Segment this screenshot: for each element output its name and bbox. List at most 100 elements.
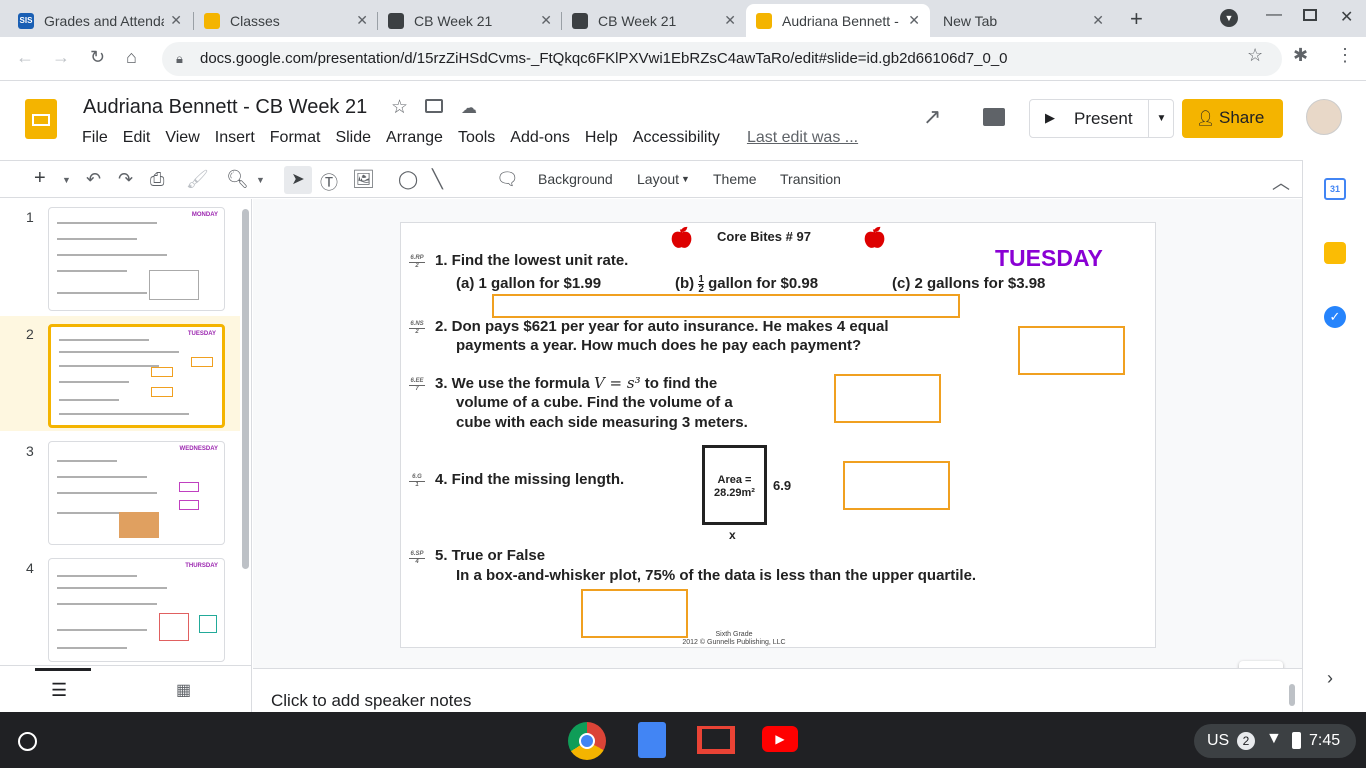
launcher-icon[interactable] bbox=[18, 732, 37, 751]
classroom-icon bbox=[204, 12, 220, 29]
slide-thumbnail[interactable]: 4 THURSDAY bbox=[0, 550, 240, 665]
comments-icon[interactable] bbox=[983, 108, 1005, 126]
bookmark-star-icon[interactable]: ☆ bbox=[1247, 45, 1263, 66]
present-button[interactable]: ▶ Present ▼ bbox=[1029, 99, 1174, 138]
chrome-menu-icon[interactable]: ⋮ bbox=[1336, 45, 1354, 66]
restore-icon[interactable] bbox=[1303, 9, 1317, 21]
docs-app-icon[interactable] bbox=[638, 722, 666, 758]
menu-addons[interactable]: Add-ons bbox=[510, 129, 570, 147]
filmstrip-view-icon[interactable]: ☰ bbox=[51, 680, 67, 701]
expand-panel-icon[interactable]: › bbox=[1327, 668, 1333, 689]
notes-scrollbar[interactable] bbox=[1289, 684, 1295, 706]
layout-dropdown-icon[interactable]: ▼ bbox=[681, 174, 690, 184]
redo-icon[interactable]: ↷ bbox=[118, 169, 133, 190]
slide-thumbnail[interactable]: 1 MONDAY bbox=[0, 199, 240, 314]
move-folder-icon[interactable] bbox=[425, 99, 443, 113]
zoom-icon[interactable]: 🔍︎ bbox=[226, 169, 249, 190]
forward-icon[interactable]: → bbox=[52, 47, 70, 68]
q1-option-a: (a) 1 gallon for $1.99 bbox=[456, 275, 602, 292]
zoom-dropdown-icon[interactable]: ▼ bbox=[256, 175, 265, 185]
transition-button[interactable]: Transition bbox=[780, 171, 841, 187]
speaker-notes[interactable]: Click to add speaker notes bbox=[253, 668, 1302, 712]
browser-tab[interactable]: SISGrades and Attendance✕ bbox=[8, 4, 192, 37]
print-icon[interactable]: ⎙ bbox=[150, 169, 164, 190]
menu-format[interactable]: Format bbox=[270, 129, 321, 147]
last-edit-link[interactable]: Last edit was ... bbox=[747, 129, 858, 147]
theme-button[interactable]: Theme bbox=[713, 171, 757, 187]
minimize-icon[interactable]: — bbox=[1266, 6, 1282, 24]
browser-tab[interactable]: New Tab ✕ bbox=[930, 4, 1114, 37]
menu-arrange[interactable]: Arrange bbox=[386, 129, 443, 147]
close-tab-icon[interactable]: ✕ bbox=[170, 12, 182, 29]
browser-tab[interactable]: CB Week 21 ✕ bbox=[562, 4, 746, 37]
background-button[interactable]: Background bbox=[538, 171, 613, 187]
tab-search-icon[interactable]: ▼ bbox=[1220, 9, 1238, 27]
calendar-icon[interactable]: 31 bbox=[1324, 178, 1346, 200]
back-icon[interactable]: ← bbox=[16, 47, 34, 68]
close-tab-icon[interactable]: ✕ bbox=[908, 12, 920, 29]
answer-box-2[interactable] bbox=[1018, 326, 1125, 375]
menu-bar: File Edit View Insert Format Slide Arran… bbox=[82, 129, 873, 147]
slides-icon bbox=[572, 12, 588, 29]
close-tab-icon[interactable]: ✕ bbox=[1092, 12, 1104, 29]
layout-button[interactable]: Layout bbox=[637, 171, 679, 187]
status-tray[interactable]: US 2 ▼ 7:45 bbox=[1194, 724, 1356, 758]
new-slide-icon[interactable]: + bbox=[34, 167, 46, 190]
paint-format-icon[interactable]: 🖌︎ bbox=[186, 169, 209, 190]
reload-icon[interactable]: ↻ bbox=[90, 47, 105, 68]
close-tab-icon[interactable]: ✕ bbox=[540, 12, 552, 29]
present-options-dropdown[interactable]: ▼ bbox=[1148, 100, 1174, 137]
grid-view-icon[interactable]: ▦ bbox=[176, 680, 191, 700]
insert-image-icon[interactable]: 🖼︎ bbox=[352, 169, 375, 190]
question-4: 4. Find the missing length. bbox=[435, 471, 625, 488]
slide[interactable]: 🍎︎ Core Bites # 97 🍎︎ TUESDAY 6.RP 2 1. F… bbox=[400, 222, 1156, 648]
activity-trend-icon[interactable]: ↗ bbox=[923, 104, 941, 130]
slide-thumbnail-selected[interactable]: 2 TUESDAY bbox=[0, 316, 240, 431]
select-cursor-icon[interactable]: ➤ bbox=[284, 166, 312, 194]
clock: 7:45 bbox=[1309, 732, 1341, 749]
extensions-icon[interactable]: ✱ bbox=[1293, 45, 1308, 66]
document-title[interactable]: Audriana Bennett - CB Week 21 bbox=[83, 96, 367, 119]
answer-box-3[interactable] bbox=[834, 374, 941, 423]
slides-logo-icon[interactable] bbox=[25, 99, 57, 139]
chrome-app-icon[interactable] bbox=[568, 722, 606, 760]
undo-icon[interactable]: ↶ bbox=[86, 169, 101, 190]
star-icon[interactable]: ☆ bbox=[391, 96, 408, 119]
account-avatar[interactable] bbox=[1306, 99, 1342, 135]
collapse-toolbar-icon[interactable]: ︿ bbox=[1272, 169, 1290, 195]
browser-tab[interactable]: CB Week 21 ✕ bbox=[378, 4, 562, 37]
line-icon[interactable]: ╲ bbox=[432, 169, 443, 190]
share-button[interactable]: 👤︎ Share bbox=[1182, 99, 1283, 138]
menu-accessibility[interactable]: Accessibility bbox=[633, 129, 720, 147]
gmail-app-icon[interactable] bbox=[697, 726, 735, 754]
add-comment-icon[interactable]: 🗨︎ bbox=[496, 169, 519, 190]
close-window-icon[interactable]: ✕ bbox=[1340, 7, 1353, 27]
q1-option-b: (b) 12 gallon for $0.98 bbox=[675, 273, 819, 295]
menu-help[interactable]: Help bbox=[585, 129, 618, 147]
menu-file[interactable]: File bbox=[82, 129, 108, 147]
new-tab-button[interactable]: + bbox=[1130, 6, 1143, 32]
answer-box-4[interactable] bbox=[843, 461, 950, 510]
home-icon[interactable]: ⌂ bbox=[126, 47, 137, 68]
menu-view[interactable]: View bbox=[165, 129, 199, 147]
menu-edit[interactable]: Edit bbox=[123, 129, 151, 147]
text-box-icon[interactable]: Ⓣ bbox=[320, 169, 338, 195]
shape-icon[interactable]: ◯ bbox=[398, 169, 418, 190]
browser-tab[interactable]: Classes ✕ bbox=[194, 4, 378, 37]
url-bar[interactable]: 🔒︎ docs.google.com/presentation/d/15rzZiH… bbox=[162, 42, 1282, 76]
tasks-icon[interactable]: ✓ bbox=[1324, 306, 1346, 328]
youtube-app-icon[interactable]: ▶ bbox=[762, 726, 798, 752]
new-slide-dropdown-icon[interactable]: ▼ bbox=[62, 175, 71, 185]
menu-tools[interactable]: Tools bbox=[458, 129, 495, 147]
menu-insert[interactable]: Insert bbox=[215, 129, 255, 147]
close-tab-icon[interactable]: ✕ bbox=[724, 12, 736, 29]
close-tab-icon[interactable]: ✕ bbox=[356, 12, 368, 29]
filmstrip-scrollbar[interactable] bbox=[242, 209, 249, 569]
keep-icon[interactable] bbox=[1324, 242, 1346, 264]
slide-filmstrip[interactable]: 1 MONDAY 2 TUESDAY 3 WEDNESDAY 4 THURSDA… bbox=[0, 199, 252, 668]
browser-tab-active[interactable]: Audriana Bennett - CB Week 21✕ bbox=[746, 4, 930, 37]
menu-slide[interactable]: Slide bbox=[335, 129, 371, 147]
slide-thumbnail[interactable]: 3 WEDNESDAY bbox=[0, 433, 240, 548]
answer-box-1[interactable] bbox=[492, 294, 960, 318]
cloud-status-icon[interactable]: ☁ bbox=[461, 98, 477, 118]
